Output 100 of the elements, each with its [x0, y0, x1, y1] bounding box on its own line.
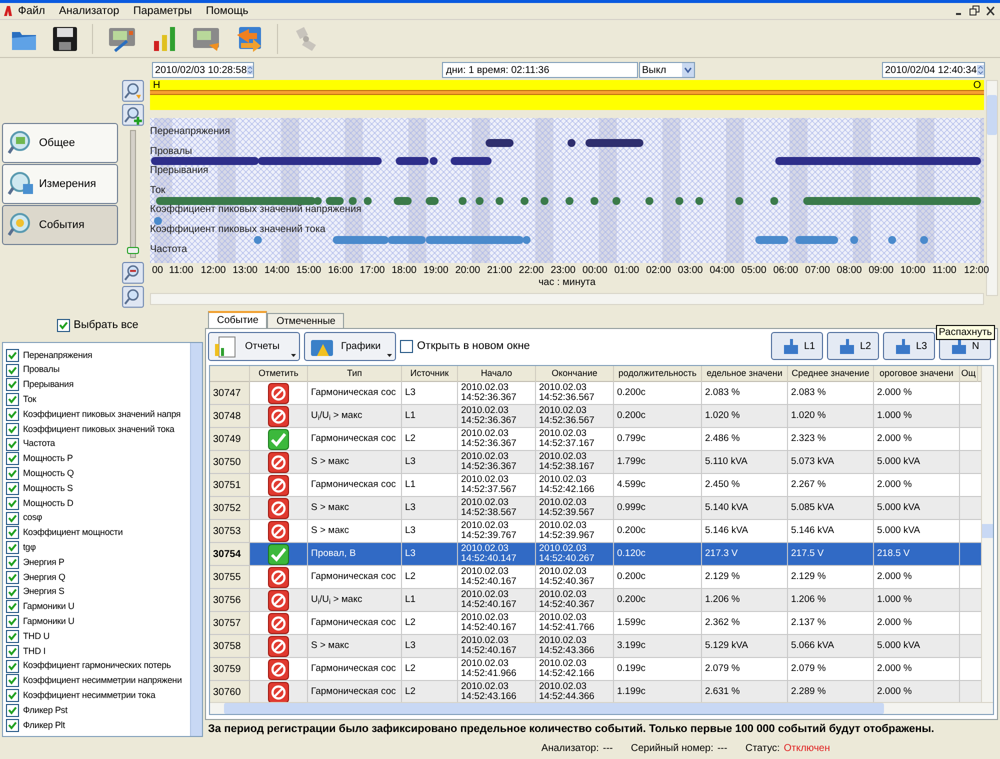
checkbox[interactable] [6, 718, 19, 732]
save-icon[interactable] [52, 26, 78, 52]
table-row[interactable]: 30757 Гармоническая сос L2 2010.02.03 14:52:40.167 2010.02.03 14:52:41.766 1.599с 2.362 % 2.137 % 2.000 % [210, 612, 981, 635]
prohibited-icon[interactable] [268, 382, 289, 404]
vertical-scrollbar[interactable] [190, 343, 202, 736]
phase-button[interactable]: L3 [883, 332, 935, 360]
prohibited-icon[interactable] [268, 658, 289, 680]
menu-item[interactable]: Параметры [133, 2, 192, 20]
table-row[interactable]: 30755 Гармоническая сос L2 2010.02.03 14:52:40.167 2010.02.03 14:52:40.367 0.200с 2.129 % 2.129 % 2.000 % [210, 566, 981, 589]
checkbox[interactable] [6, 570, 19, 584]
checkbox[interactable] [6, 586, 19, 599]
checkbox[interactable] [6, 689, 19, 702]
checkbox[interactable] [6, 452, 19, 466]
checkbox[interactable] [6, 541, 19, 554]
row-label: Коэффициент пиковых значений тока [150, 224, 326, 235]
checkbox[interactable] [6, 615, 19, 628]
prohibited-icon[interactable] [268, 498, 289, 518]
table-row[interactable]: 30756 U$_{i}$/U$_{i}$ > макс L1 2010.02.03 14:52:40.167 2010.02.03 14:52:40.367 0.200с 1.206 % 1.206 % 1.000 % [210, 589, 981, 612]
table-row[interactable]: 30747 Гармоническая сос L3 2010.02.03 14:52:36.367 2010.02.03 14:52:36.567 0.200с 2.083 % 2.083 % 2.000 % [210, 382, 981, 405]
end-date-field[interactable]: 2010/02/04 12:40:34 [882, 62, 985, 78]
duration-field[interactable]: дни: 1 время: 02:11:36 [442, 62, 638, 78]
prohibited-icon[interactable] [268, 612, 289, 634]
checkbox[interactable] [6, 496, 19, 510]
zoom-icon[interactable] [122, 286, 144, 308]
restore-icon[interactable] [968, 5, 982, 17]
checkbox[interactable] [6, 422, 19, 436]
table-cell: 5.110 kVA [705, 457, 748, 467]
tab[interactable]: Событие [208, 311, 268, 328]
tick-label: 09:00 [868, 265, 894, 276]
checkbox[interactable] [6, 704, 19, 718]
checkbox[interactable] [6, 348, 19, 362]
phase-button[interactable]: L1 [771, 332, 823, 360]
nav-button[interactable]: Общее [2, 123, 118, 163]
slider-thumb[interactable] [127, 246, 139, 254]
table-row[interactable]: 30759 Гармоническая сос L2 2010.02.03 14:52:41.966 2010.02.03 14:52:42.166 0.199с 2.079 % 2.079 % 2.000 % [210, 658, 981, 681]
horizontal-scrollbar[interactable] [150, 293, 984, 305]
prohibited-icon[interactable] [268, 406, 289, 426]
bar-chart-icon[interactable] [151, 24, 177, 52]
spinner-icon[interactable] [246, 63, 253, 77]
table-row[interactable]: 30752 S > макс L3 2010.02.03 14:52:38.567 2010.02.03 14:52:39.567 0.999с 5.140 kVA 5.085 kVA 5.000 kVA [210, 497, 981, 520]
arrows-icon[interactable] [235, 24, 263, 52]
table-row[interactable]: 30750 S > макс L3 2010.02.03 14:52:36.367 2010.02.03 14:52:38.167 1.799с 5.110 kVA 5.073 kVA 5.000 kVA [210, 451, 981, 474]
checkbox[interactable] [6, 630, 19, 644]
checkbox[interactable] [6, 660, 19, 673]
table-row[interactable]: 30748 U$_{i}$/U$_{i}$ > макс L1 2010.02.03 14:52:36.367 2010.02.03 14:52:36.567 0.200с 1.020 % 1.020 % 1.000 % [210, 405, 981, 428]
tab[interactable]: Отмеченные [267, 313, 344, 328]
zoom-out-icon[interactable] [122, 262, 144, 284]
table-cell: 5.000 kVA [877, 503, 920, 513]
zoom-slider[interactable] [130, 130, 136, 258]
menu-item[interactable]: Файл [18, 2, 46, 20]
table-row[interactable]: 30760 Гармоническая сос L2 2010.02.03 14:52:43.166 2010.02.03 14:52:44.366 1.199с 2.631 % 2.289 % 2.000 % [210, 681, 981, 702]
horizontal-scrollbar[interactable] [210, 702, 993, 714]
table-row[interactable]: 30758 S > макс L3 2010.02.03 14:52:40.167 2010.02.03 14:52:43.366 3.199с 5.129 kVA 5.066 kVA 5.000 kVA [210, 635, 981, 658]
zoom-fit-icon[interactable] [122, 80, 144, 102]
table-row[interactable]: 30754 Провал, В L3 2010.02.03 14:52:40.147 2010.02.03 14:52:40.267 0.120с 217.3 V 217.5 V 218.5 V [210, 543, 981, 566]
table-cell: Провал, В [311, 549, 356, 559]
dropdown-button[interactable]: Отчеты [208, 332, 300, 360]
checkbox[interactable] [6, 378, 19, 392]
checkbox[interactable] [6, 674, 19, 688]
checkbox[interactable] [400, 340, 413, 352]
range-slider[interactable] [150, 90, 984, 95]
checkbox[interactable] [6, 512, 19, 525]
checkbox[interactable] [6, 600, 19, 614]
dropdown-button[interactable]: Графики [304, 332, 396, 360]
prohibited-icon[interactable] [268, 566, 289, 588]
check-icon[interactable] [268, 428, 289, 450]
nav-button[interactable]: События [2, 205, 118, 245]
checkbox[interactable] [6, 526, 19, 540]
spinner-icon[interactable] [976, 63, 984, 77]
checkbox[interactable] [6, 438, 19, 451]
table-row[interactable]: 30749 Гармоническая сос L2 2010.02.03 14:52:36.367 2010.02.03 14:52:37.167 0.799с 2.486 % 2.323 % 2.000 % [210, 428, 981, 451]
app-logo-icon [3, 6, 13, 16]
range-bar[interactable]: Н О [150, 80, 984, 110]
prohibited-icon[interactable] [268, 682, 289, 702]
checkbox[interactable] [6, 393, 19, 406]
checkbox[interactable] [6, 408, 19, 422]
checkbox[interactable] [6, 364, 19, 377]
menu-item[interactable]: Помощь [206, 2, 248, 20]
vertical-scrollbar[interactable] [981, 366, 993, 702]
table-row[interactable]: 30753 S > макс L3 2010.02.03 14:52:39.767 2010.02.03 14:52:39.967 0.200с 5.146 kVA 5.146 kVA 5.000 kVA [210, 520, 981, 543]
prohibited-icon[interactable] [268, 636, 289, 656]
checkbox[interactable] [6, 482, 19, 496]
prohibited-icon[interactable] [268, 590, 289, 610]
start-date-field[interactable]: 2010/02/03 10:28:58 [152, 62, 254, 78]
checkbox[interactable] [56, 318, 70, 332]
checkbox[interactable] [6, 644, 19, 658]
nav-button[interactable]: Измерения [2, 164, 118, 204]
menu-item[interactable]: Анализатор [59, 2, 120, 20]
zoom-in-icon[interactable] [122, 104, 144, 126]
prohibited-icon[interactable] [268, 474, 289, 496]
mode-dropdown[interactable]: Выкл [639, 62, 695, 78]
checkbox[interactable] [6, 556, 19, 570]
check-icon[interactable] [268, 544, 289, 564]
phase-button[interactable]: L2 [827, 332, 879, 360]
caret-icon [387, 354, 392, 356]
checkbox[interactable] [6, 467, 19, 480]
prohibited-icon[interactable] [268, 520, 289, 542]
table-row[interactable]: 30751 Гармоническая сос L1 2010.02.03 14:52:37.567 2010.02.03 14:52:42.166 4.599с 2.450 % 2.267 % 2.000 % [210, 474, 981, 497]
prohibited-icon[interactable] [268, 452, 289, 472]
filter-label: Коэффициент несимметрии тока [23, 688, 156, 702]
